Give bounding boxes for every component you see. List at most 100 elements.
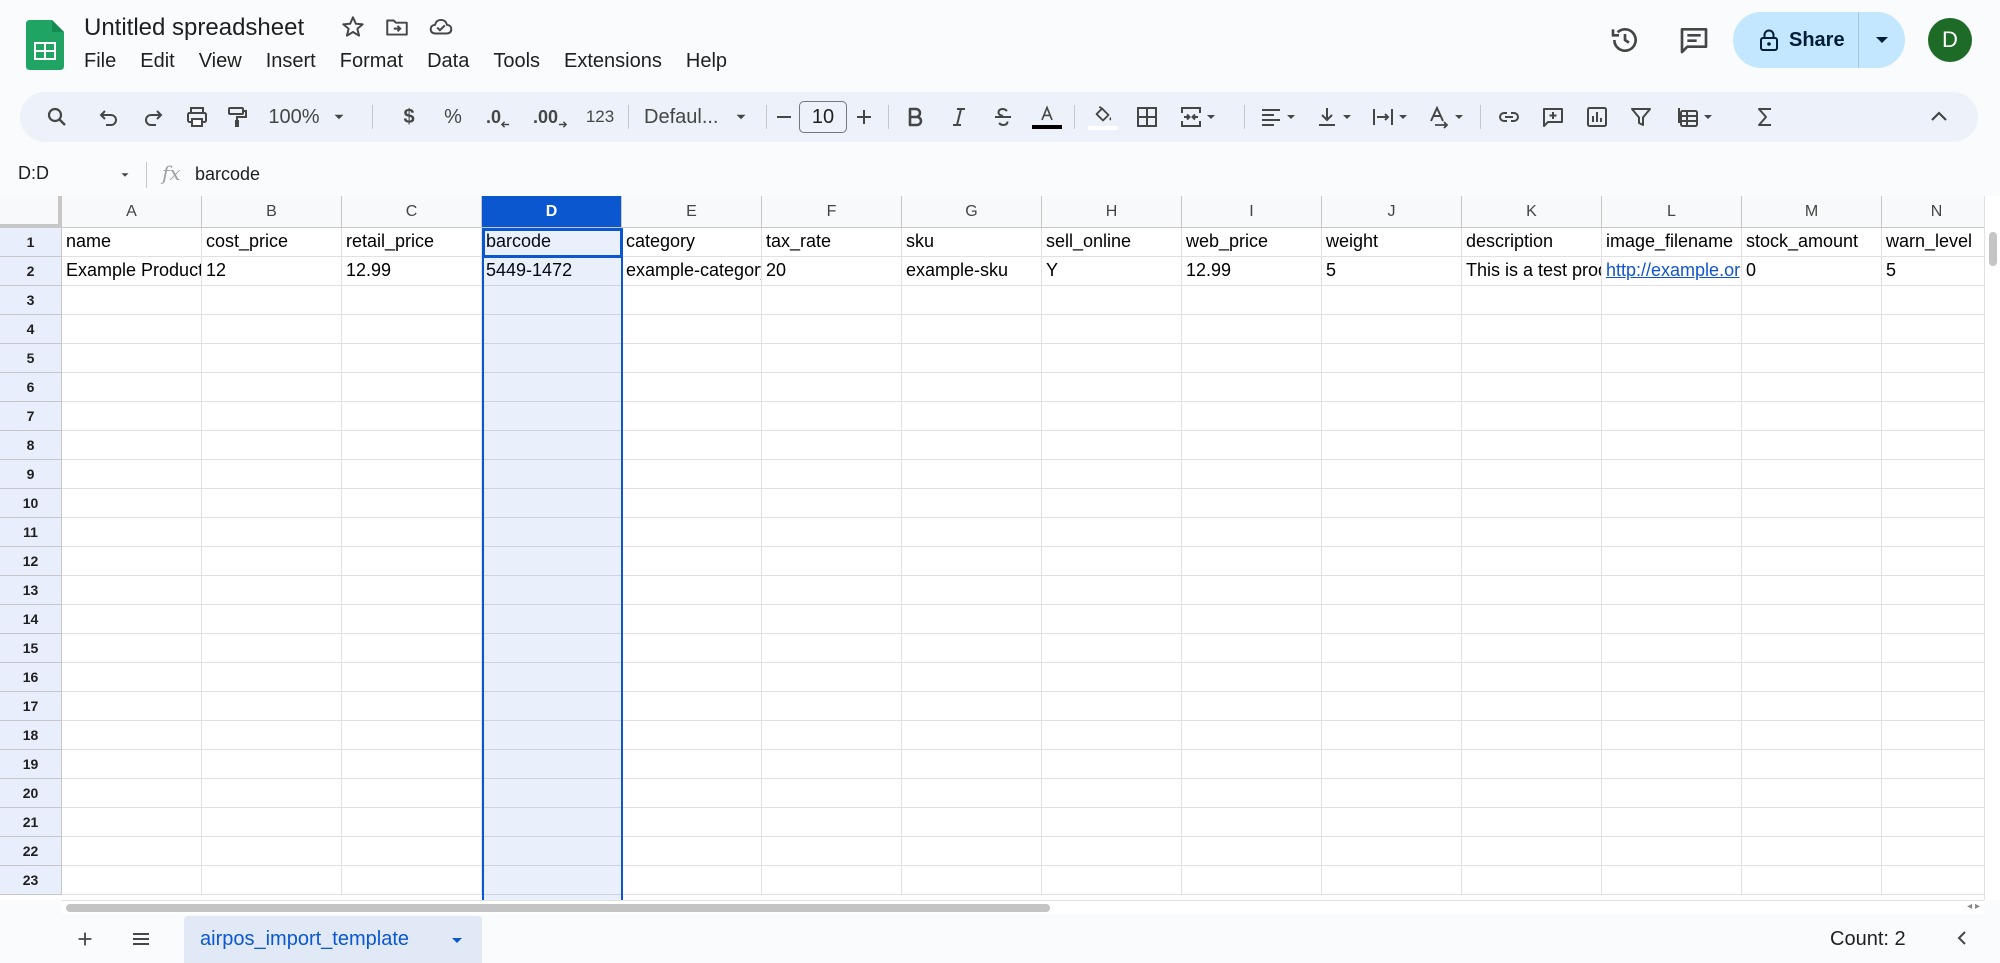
row-header-5[interactable]: 5	[0, 344, 62, 373]
menu-extensions[interactable]: Extensions	[552, 50, 674, 73]
cell-h15[interactable]	[1042, 634, 1182, 663]
cell-c2[interactable]: 12.99	[342, 257, 482, 286]
cell-l16[interactable]	[1602, 663, 1742, 692]
row-header-7[interactable]: 7	[0, 402, 62, 431]
cell-e5[interactable]	[622, 344, 762, 373]
cell-k20[interactable]	[1462, 779, 1602, 808]
cell-a8[interactable]	[62, 431, 202, 460]
cell-d23[interactable]	[482, 866, 622, 895]
cell-a3[interactable]	[62, 286, 202, 315]
cell-j7[interactable]	[1322, 402, 1462, 431]
cell-d10[interactable]	[482, 489, 622, 518]
cell-f20[interactable]	[762, 779, 902, 808]
cell-b15[interactable]	[202, 634, 342, 663]
column-header-j[interactable]: J	[1322, 196, 1462, 228]
cell-c19[interactable]	[342, 750, 482, 779]
cell-l2[interactable]: http://example.org	[1602, 257, 1742, 286]
cell-a2[interactable]: Example Product	[62, 257, 202, 286]
cell-d1[interactable]: barcode	[482, 228, 622, 257]
cell-f14[interactable]	[762, 605, 902, 634]
cell-a4[interactable]	[62, 315, 202, 344]
cell-c14[interactable]	[342, 605, 482, 634]
paint-format-button[interactable]	[220, 92, 254, 142]
menu-edit[interactable]: Edit	[128, 50, 186, 73]
cell-l6[interactable]	[1602, 373, 1742, 402]
cell-l8[interactable]	[1602, 431, 1742, 460]
cell-k17[interactable]	[1462, 692, 1602, 721]
cell-c13[interactable]	[342, 576, 482, 605]
cell-e14[interactable]	[622, 605, 762, 634]
cell-d21[interactable]	[482, 808, 622, 837]
cell-f9[interactable]	[762, 460, 902, 489]
menu-view[interactable]: View	[187, 50, 254, 73]
cell-d14[interactable]	[482, 605, 622, 634]
cell-d16[interactable]	[482, 663, 622, 692]
cell-l15[interactable]	[1602, 634, 1742, 663]
row-header-18[interactable]: 18	[0, 721, 62, 750]
cell-j20[interactable]	[1322, 779, 1462, 808]
cell-h9[interactable]	[1042, 460, 1182, 489]
sheet-tab-airpos-import-template[interactable]: airpos_import_template	[184, 916, 482, 963]
cell-f7[interactable]	[762, 402, 902, 431]
cell-a20[interactable]	[62, 779, 202, 808]
cell-d2[interactable]: 5449-1472	[482, 257, 622, 286]
cell-i18[interactable]	[1182, 721, 1322, 750]
cell-f11[interactable]	[762, 518, 902, 547]
side-panel-toggle[interactable]	[1950, 926, 1974, 955]
cell-h10[interactable]	[1042, 489, 1182, 518]
cell-e6[interactable]	[622, 373, 762, 402]
cell-g18[interactable]	[902, 721, 1042, 750]
cell-e21[interactable]	[622, 808, 762, 837]
column-header-n[interactable]: N	[1882, 196, 1984, 228]
cell-k18[interactable]	[1462, 721, 1602, 750]
cell-m14[interactable]	[1742, 605, 1882, 634]
cell-n8[interactable]	[1882, 431, 1984, 460]
filter-views-button[interactable]	[1670, 92, 1722, 142]
cell-i15[interactable]	[1182, 634, 1322, 663]
cell-d11[interactable]	[482, 518, 622, 547]
cell-c4[interactable]	[342, 315, 482, 344]
row-header-12[interactable]: 12	[0, 547, 62, 576]
cell-l5[interactable]	[1602, 344, 1742, 373]
insert-comment-button[interactable]	[1536, 92, 1570, 142]
vertical-scrollbar[interactable]	[1984, 196, 2000, 900]
cell-l3[interactable]	[1602, 286, 1742, 315]
cell-k3[interactable]	[1462, 286, 1602, 315]
cell-g6[interactable]	[902, 373, 1042, 402]
cell-h11[interactable]	[1042, 518, 1182, 547]
cell-d18[interactable]	[482, 721, 622, 750]
cell-g4[interactable]	[902, 315, 1042, 344]
cell-i10[interactable]	[1182, 489, 1322, 518]
cell-m6[interactable]	[1742, 373, 1882, 402]
cell-n22[interactable]	[1882, 837, 1984, 866]
cell-n20[interactable]	[1882, 779, 1984, 808]
cell-j11[interactable]	[1322, 518, 1462, 547]
cell-l22[interactable]	[1602, 837, 1742, 866]
cell-i3[interactable]	[1182, 286, 1322, 315]
cell-b23[interactable]	[202, 866, 342, 895]
cell-n2[interactable]: 5	[1882, 257, 1984, 286]
cell-h21[interactable]	[1042, 808, 1182, 837]
cell-j19[interactable]	[1322, 750, 1462, 779]
cell-m23[interactable]	[1742, 866, 1882, 895]
cell-g13[interactable]	[902, 576, 1042, 605]
cell-b8[interactable]	[202, 431, 342, 460]
cell-e18[interactable]	[622, 721, 762, 750]
cell-m19[interactable]	[1742, 750, 1882, 779]
cell-k23[interactable]	[1462, 866, 1602, 895]
cell-h16[interactable]	[1042, 663, 1182, 692]
cell-g23[interactable]	[902, 866, 1042, 895]
selection-count[interactable]: Count: 2	[1830, 928, 1906, 951]
cell-f18[interactable]	[762, 721, 902, 750]
column-header-l[interactable]: L	[1602, 196, 1742, 228]
cell-f15[interactable]	[762, 634, 902, 663]
cell-m17[interactable]	[1742, 692, 1882, 721]
cell-a6[interactable]	[62, 373, 202, 402]
redo-button[interactable]	[136, 92, 170, 142]
row-header-15[interactable]: 15	[0, 634, 62, 663]
cell-f13[interactable]	[762, 576, 902, 605]
cell-h13[interactable]	[1042, 576, 1182, 605]
cell-f16[interactable]	[762, 663, 902, 692]
cell-a23[interactable]	[62, 866, 202, 895]
cell-e12[interactable]	[622, 547, 762, 576]
